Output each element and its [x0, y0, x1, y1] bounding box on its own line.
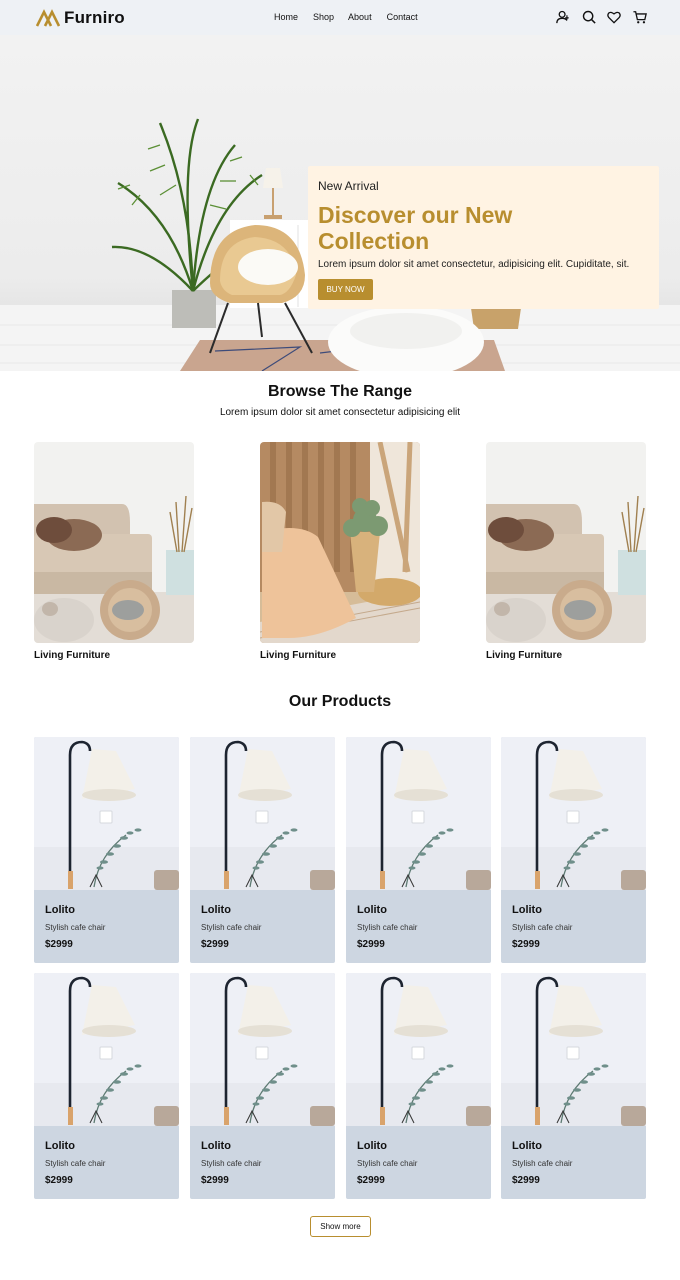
product-image [501, 973, 646, 1126]
product-description: Stylish cafe chair [201, 1159, 262, 1168]
product-name: Lolito [201, 1140, 231, 1152]
browse-subtitle: Lorem ipsum dolor sit amet consectetur a… [219, 407, 461, 418]
product-card[interactable]: Lolito Stylish cafe chair $2999 [190, 973, 335, 1199]
logo[interactable]: Furniro [36, 8, 125, 28]
product-name: Lolito [512, 904, 542, 916]
product-description: Stylish cafe chair [512, 923, 573, 932]
logo-icon [36, 9, 60, 27]
product-description: Stylish cafe chair [512, 1159, 573, 1168]
site-header: Furniro Home Shop About Contact [0, 0, 680, 35]
range-label: Living Furniture [486, 650, 563, 661]
product-name: Lolito [201, 904, 231, 916]
promo-title: Discover our New Collection [318, 202, 513, 254]
products-title: Our Products [288, 693, 392, 710]
product-price: $2999 [201, 939, 229, 950]
product-price: $2999 [201, 1175, 229, 1186]
product-card[interactable]: Lolito Stylish cafe chair $2999 [346, 973, 491, 1199]
range-card[interactable]: Living Furniture [34, 442, 194, 661]
product-price: $2999 [512, 939, 540, 950]
product-image [346, 737, 491, 890]
nav-contact[interactable]: Contact [387, 12, 418, 22]
product-description: Stylish cafe chair [45, 1159, 106, 1168]
product-name: Lolito [357, 1140, 387, 1152]
product-card[interactable]: Lolito Stylish cafe chair $2999 [501, 973, 646, 1199]
product-description: Stylish cafe chair [357, 1159, 418, 1168]
cart-icon[interactable] [632, 10, 647, 24]
nav-shop[interactable]: Shop [313, 12, 334, 22]
promo-text: Lorem ipsum dolor sit amet consectetur, … [318, 259, 630, 270]
range-label: Living Furniture [34, 650, 111, 661]
show-more-button[interactable]: Show more [310, 1216, 371, 1237]
product-price: $2999 [45, 939, 73, 950]
product-image [34, 973, 179, 1126]
product-name: Lolito [45, 904, 75, 916]
product-price: $2999 [357, 939, 385, 950]
product-price: $2999 [45, 1175, 73, 1186]
range-image [486, 442, 646, 643]
product-description: Stylish cafe chair [45, 923, 106, 932]
hero-banner: New Arrival Discover our New Collection … [0, 35, 680, 371]
product-description: Stylish cafe chair [201, 923, 262, 932]
product-image [190, 973, 335, 1126]
product-name: Lolito [45, 1140, 75, 1152]
product-card[interactable]: Lolito Stylish cafe chair $2999 [346, 737, 491, 963]
range-card[interactable]: Living Furniture [486, 442, 646, 661]
product-name: Lolito [357, 904, 387, 916]
range-card[interactable]: Living Furniture [260, 442, 420, 661]
product-image [190, 737, 335, 890]
buy-now-button[interactable]: BUY NOW [318, 279, 373, 300]
product-card[interactable]: Lolito Stylish cafe chair $2999 [34, 973, 179, 1199]
nav-about[interactable]: About [348, 12, 372, 22]
range-image [34, 442, 194, 643]
browse-title: Browse The Range [267, 383, 413, 400]
product-image [346, 973, 491, 1126]
product-description: Stylish cafe chair [357, 923, 418, 932]
product-card[interactable]: Lolito Stylish cafe chair $2999 [190, 737, 335, 963]
product-image [501, 737, 646, 890]
promo-card: New Arrival Discover our New Collection … [308, 166, 659, 309]
product-image [34, 737, 179, 890]
product-price: $2999 [357, 1175, 385, 1186]
product-card[interactable]: Lolito Stylish cafe chair $2999 [34, 737, 179, 963]
main-nav: Home Shop About Contact [274, 12, 434, 22]
search-icon[interactable] [582, 10, 596, 24]
brand-name: Furniro [64, 8, 125, 27]
range-label: Living Furniture [260, 650, 337, 661]
product-name: Lolito [512, 1140, 542, 1152]
product-price: $2999 [512, 1175, 540, 1186]
product-card[interactable]: Lolito Stylish cafe chair $2999 [501, 737, 646, 963]
header-icons [556, 10, 658, 24]
user-icon[interactable] [556, 10, 570, 24]
nav-home[interactable]: Home [274, 12, 298, 22]
range-image [260, 442, 420, 643]
promo-kicker: New Arrival [318, 179, 379, 193]
heart-icon[interactable] [607, 10, 621, 24]
